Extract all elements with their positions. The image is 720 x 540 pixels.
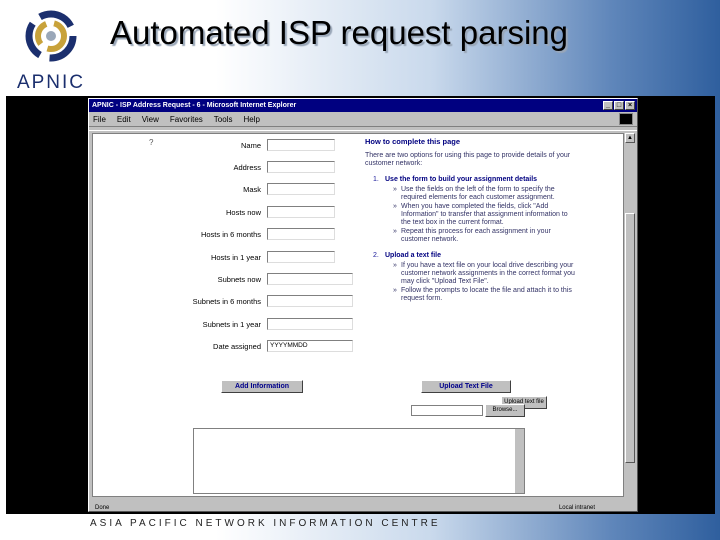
- file-path-input[interactable]: [411, 405, 483, 416]
- field-label: Date assigned: [213, 341, 261, 351]
- hosts-6-months-input[interactable]: [267, 228, 335, 240]
- menu-file[interactable]: File: [93, 115, 106, 124]
- close-button[interactable]: ×: [625, 101, 635, 110]
- option-1-item: Use the fields on the left of the form t…: [393, 186, 575, 202]
- help-icon[interactable]: ?: [149, 138, 153, 147]
- menu-view[interactable]: View: [142, 115, 159, 124]
- instructions-panel: How to complete this page There are two …: [365, 138, 575, 304]
- logo-text: APNIC: [16, 72, 86, 93]
- field-label: Subnets now: [217, 274, 261, 284]
- field-label: Hosts in 1 year: [210, 252, 261, 262]
- option-2-item: If you have a text file on your local dr…: [393, 262, 575, 286]
- toolbar-divider: [89, 126, 637, 131]
- field-row-date-assigned: Date assigned YYYYMMDD: [163, 339, 425, 353]
- field-label: Subnets in 1 year: [202, 319, 261, 329]
- zone-text: Local intranet: [558, 504, 595, 511]
- apnic-swirl-icon: [25, 10, 77, 62]
- slide-footer: ASIA PACIFIC NETWORK INFORMATION CENTRE: [90, 518, 441, 529]
- option-2-item: Follow the prompts to locate the file an…: [393, 287, 575, 303]
- menu-tools[interactable]: Tools: [214, 115, 233, 124]
- scroll-up-icon[interactable]: ▲: [625, 133, 635, 143]
- upload-text-file-button[interactable]: Upload Text File: [421, 380, 511, 393]
- option-1-item: When you have completed the fields, clic…: [393, 203, 575, 227]
- maximize-button[interactable]: □: [614, 101, 624, 110]
- add-information-button[interactable]: Add Information: [221, 380, 303, 393]
- textarea-scrollbar[interactable]: [515, 429, 524, 493]
- field-label: Address: [233, 162, 261, 172]
- option-2-title: Upload a text file: [385, 252, 442, 259]
- field-label: Hosts now: [225, 207, 261, 217]
- slide-title: Automated ISP request parsing: [110, 14, 569, 51]
- hosts-now-input[interactable]: [267, 206, 335, 218]
- instructions-heading: How to complete this page: [365, 137, 461, 146]
- menu-bar: File Edit View Favorites Tools Help: [89, 112, 637, 126]
- mask-input[interactable]: [267, 183, 335, 195]
- vertical-scrollbar[interactable]: ▲: [625, 133, 635, 497]
- scroll-thumb[interactable]: [625, 213, 635, 463]
- option-2-number: 2.: [373, 252, 379, 259]
- field-label: Mask: [243, 184, 261, 194]
- field-label: Name: [240, 140, 261, 150]
- option-1-list: Use the fields on the left of the form t…: [393, 186, 575, 244]
- date-assigned-input[interactable]: YYYYMMDD: [267, 340, 353, 352]
- field-label: Hosts in 6 months: [200, 229, 261, 239]
- option-1-item: Repeat this process for each assignment …: [393, 228, 575, 244]
- option-2-list: If you have a text file on your local dr…: [393, 262, 575, 303]
- field-row-subnets-1-year: Subnets in 1 year: [163, 317, 425, 331]
- apnic-logo: APNIC: [10, 8, 92, 94]
- subnets-6-months-input[interactable]: [267, 295, 353, 307]
- subnets-now-input[interactable]: [267, 273, 353, 285]
- status-text: Done: [95, 504, 110, 511]
- field-label: Subnets in 6 months: [192, 296, 261, 306]
- option-1-title: Use the form to build your assignment de…: [385, 176, 538, 183]
- menu-favorites[interactable]: Favorites: [170, 115, 203, 124]
- menu-help[interactable]: Help: [243, 115, 259, 124]
- name-input[interactable]: [267, 139, 335, 151]
- browser-window: APNIC - ISP Address Request - 6 - Micros…: [88, 98, 638, 512]
- status-bar: Done Local intranet: [92, 503, 635, 512]
- hosts-1-year-input[interactable]: [267, 251, 335, 263]
- window-title: APNIC - ISP Address Request - 6 - Micros…: [92, 102, 297, 109]
- instructions-intro: There are two options for using this pag…: [365, 152, 571, 167]
- browse-button[interactable]: Browse...: [485, 404, 525, 417]
- window-titlebar: APNIC - ISP Address Request - 6 - Micros…: [89, 99, 637, 112]
- menu-edit[interactable]: Edit: [117, 115, 131, 124]
- option-1-number: 1.: [373, 176, 379, 183]
- minimize-button[interactable]: _: [603, 101, 613, 110]
- address-input[interactable]: [267, 161, 335, 173]
- subnets-1-year-input[interactable]: [267, 318, 353, 330]
- assignment-textarea[interactable]: [193, 428, 525, 494]
- page-content: ? Name Address Mask Hosts now Hosts in 6…: [92, 133, 624, 497]
- browser-logo-icon: [619, 113, 633, 125]
